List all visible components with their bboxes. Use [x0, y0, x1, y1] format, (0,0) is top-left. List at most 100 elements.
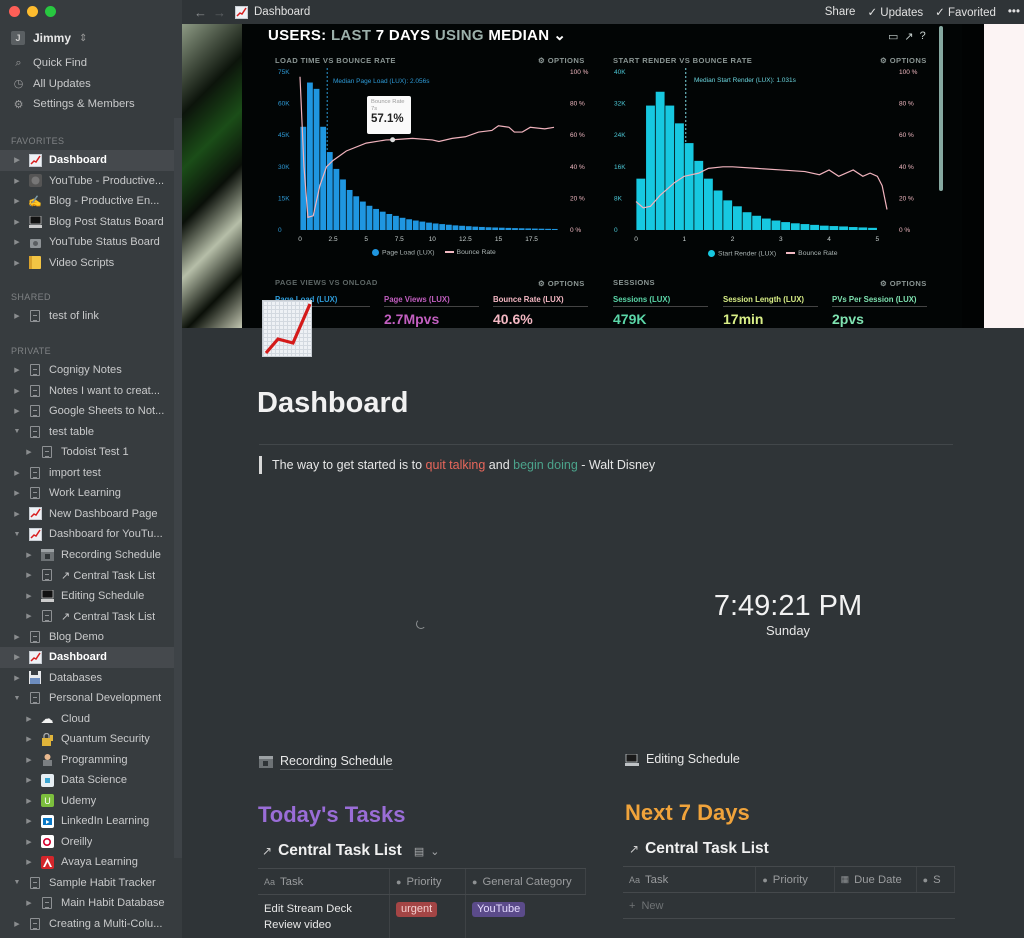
collapsed-triangle-icon[interactable]: ▶ [12, 177, 22, 185]
sidebar-item[interactable]: ▶ Blog Post Status Board [0, 212, 174, 233]
zoom-window-button[interactable] [45, 6, 56, 17]
sidebar-item[interactable]: ▶ Todoist Test 1 [0, 442, 174, 463]
collapsed-triangle-icon[interactable]: ▶ [12, 489, 22, 497]
breadcrumb[interactable]: Dashboard [235, 5, 310, 19]
close-window-button[interactable] [9, 6, 20, 17]
sidebar-nav-settings-members[interactable]: ⚙ Settings & Members [0, 94, 174, 115]
sidebar-item[interactable]: ▶ YouTube - Productive... [0, 171, 174, 192]
collapsed-triangle-icon[interactable]: ▶ [12, 387, 22, 395]
page-title[interactable]: Dashboard [257, 387, 408, 420]
category-cell[interactable]: YouTube [466, 895, 586, 938]
add-new-row-button[interactable]: + New [623, 893, 955, 919]
collapsed-triangle-icon[interactable]: ▶ [24, 838, 34, 846]
expanded-triangle-icon[interactable]: ▼ [12, 695, 22, 702]
table-view-icon[interactable]: ▤ [414, 845, 424, 858]
sidebar-nav-all-updates[interactable]: ◷ All Updates [0, 74, 174, 95]
collapsed-triangle-icon[interactable]: ▶ [12, 218, 22, 226]
sidebar-item[interactable]: ▶ Cognigy Notes [0, 360, 174, 381]
central-task-list-title-right[interactable]: ↗ Central Task List [629, 840, 769, 858]
workspace-switcher[interactable]: J Jimmy ⇕ [11, 31, 87, 45]
collapsed-triangle-icon[interactable]: ▶ [24, 592, 34, 600]
expanded-triangle-icon[interactable]: ▼ [12, 879, 22, 886]
sidebar-item[interactable]: ▶ ✍ Blog - Productive En... [0, 191, 174, 212]
collapsed-triangle-icon[interactable]: ▶ [12, 366, 22, 374]
collapsed-triangle-icon[interactable]: ▶ [24, 551, 34, 559]
sidebar-item[interactable]: ▶ U Udemy [0, 791, 174, 812]
page-icon-chart-increasing[interactable] [262, 300, 312, 357]
column-header[interactable]: ▦ Due Date [835, 867, 917, 892]
sidebar-item[interactable]: ▶ Google Sheets to Not... [0, 401, 174, 422]
share-button[interactable]: Share [825, 6, 856, 18]
sidebar-item[interactable]: ▶ LinkedIn Learning [0, 811, 174, 832]
collapsed-triangle-icon[interactable]: ▶ [12, 156, 22, 164]
page-cover[interactable]: USERS: LAST 7 DAYS USING MEDIAN ⌄ ▭ ↗? LOA… [182, 24, 1024, 328]
next-7-days-heading[interactable]: Next 7 Days [625, 800, 750, 826]
sidebar-item[interactable]: ▶ Video Scripts [0, 253, 174, 274]
collapsed-triangle-icon[interactable]: ▶ [12, 633, 22, 641]
table-row[interactable]: Edit Stream Deck Review video urgent YouTu… [258, 895, 586, 938]
collapsed-triangle-icon[interactable]: ▶ [24, 797, 34, 805]
sidebar-item[interactable]: ▶ Editing Schedule [0, 586, 174, 607]
collapsed-triangle-icon[interactable]: ▶ [24, 612, 34, 620]
sidebar-item[interactable]: ▼ Personal Development [0, 688, 174, 709]
sidebar-item[interactable]: ▶ Oreilly [0, 832, 174, 853]
sidebar-item[interactable]: ▶ Dashboard [0, 150, 174, 171]
sidebar-item[interactable]: ▶ Data Science [0, 770, 174, 791]
collapsed-triangle-icon[interactable]: ▶ [24, 858, 34, 866]
collapsed-triangle-icon[interactable]: ▶ [12, 238, 22, 246]
favorited-button[interactable]: ✓ Favorited [935, 5, 996, 19]
link-recording-schedule[interactable]: Recording Schedule [259, 754, 393, 770]
link-editing-schedule[interactable]: Editing Schedule [625, 752, 740, 767]
collapsed-triangle-icon[interactable]: ▶ [24, 776, 34, 784]
sidebar-item[interactable]: ▼ test table [0, 422, 174, 443]
sidebar-item[interactable]: ▶ New Dashboard Page [0, 504, 174, 525]
sidebar-item[interactable]: ▶ Recording Schedule [0, 545, 174, 566]
more-options-button[interactable]: ••• [1008, 6, 1020, 18]
sidebar-item[interactable]: ▶ Dashboard [0, 647, 174, 668]
central-task-list-title-left[interactable]: ↗ Central Task List ▤ ⌄ [262, 842, 439, 860]
chevron-down-icon[interactable]: ⌄ [430, 845, 439, 858]
collapsed-triangle-icon[interactable]: ▶ [12, 920, 22, 928]
sidebar-item[interactable]: ▶ ↗ Central Task List [0, 606, 174, 627]
expanded-triangle-icon[interactable]: ▼ [12, 531, 22, 538]
collapsed-triangle-icon[interactable]: ▶ [12, 312, 22, 320]
minimize-window-button[interactable] [27, 6, 38, 17]
column-header[interactable]: ● General Category [466, 869, 586, 894]
collapsed-triangle-icon[interactable]: ▶ [12, 653, 22, 661]
todays-tasks-heading[interactable]: Today's Tasks [258, 802, 405, 828]
sidebar-item[interactable]: ▶ Main Habit Database [0, 893, 174, 914]
back-button[interactable]: ← [194, 5, 207, 20]
task-cell[interactable]: Edit Stream Deck Review video [258, 895, 390, 938]
column-header[interactable]: Aa Task [258, 869, 390, 894]
sidebar-item[interactable]: ▼ Dashboard for YouTu... [0, 524, 174, 545]
collapsed-triangle-icon[interactable]: ▶ [12, 407, 22, 415]
sidebar-item[interactable]: ▼ Sample Habit Tracker [0, 873, 174, 894]
expanded-triangle-icon[interactable]: ▼ [12, 428, 22, 435]
collapsed-triangle-icon[interactable]: ▶ [12, 259, 22, 267]
collapsed-triangle-icon[interactable]: ▶ [12, 510, 22, 518]
sidebar-item[interactable]: ▶ Programming [0, 750, 174, 771]
sidebar-scrollbar[interactable] [174, 118, 182, 858]
sidebar-nav-quick-find[interactable]: ⌕ Quick Find [0, 53, 174, 74]
collapsed-triangle-icon[interactable]: ▶ [12, 469, 22, 477]
collapsed-triangle-icon[interactable]: ▶ [24, 756, 34, 764]
collapsed-triangle-icon[interactable]: ▶ [12, 197, 22, 205]
collapsed-triangle-icon[interactable]: ▶ [24, 448, 34, 456]
updates-button[interactable]: ✓ Updates [867, 5, 923, 19]
sidebar-item[interactable]: ▶ ☁ Cloud [0, 709, 174, 730]
column-header[interactable]: ● S [917, 867, 955, 892]
sidebar-item[interactable]: ▶ ↗ Central Task List [0, 565, 174, 586]
column-header[interactable]: ● Priority [756, 867, 835, 892]
collapsed-triangle-icon[interactable]: ▶ [24, 715, 34, 723]
sidebar-item[interactable]: ▶ Notes I want to creat... [0, 381, 174, 402]
collapsed-triangle-icon[interactable]: ▶ [24, 735, 34, 743]
sidebar-item[interactable]: ▶ Creating a Multi-Colu... [0, 914, 174, 935]
forward-button[interactable]: → [213, 5, 226, 20]
collapsed-triangle-icon[interactable]: ▶ [24, 571, 34, 579]
collapsed-triangle-icon[interactable]: ▶ [24, 817, 34, 825]
sidebar-item[interactable]: ▶ import test [0, 463, 174, 484]
sidebar-item[interactable]: ▶ test of link [0, 306, 174, 327]
sidebar-item[interactable]: ▶ Databases [0, 668, 174, 689]
column-header[interactable]: Aa Task [623, 867, 757, 892]
priority-cell[interactable]: urgent [390, 895, 466, 938]
